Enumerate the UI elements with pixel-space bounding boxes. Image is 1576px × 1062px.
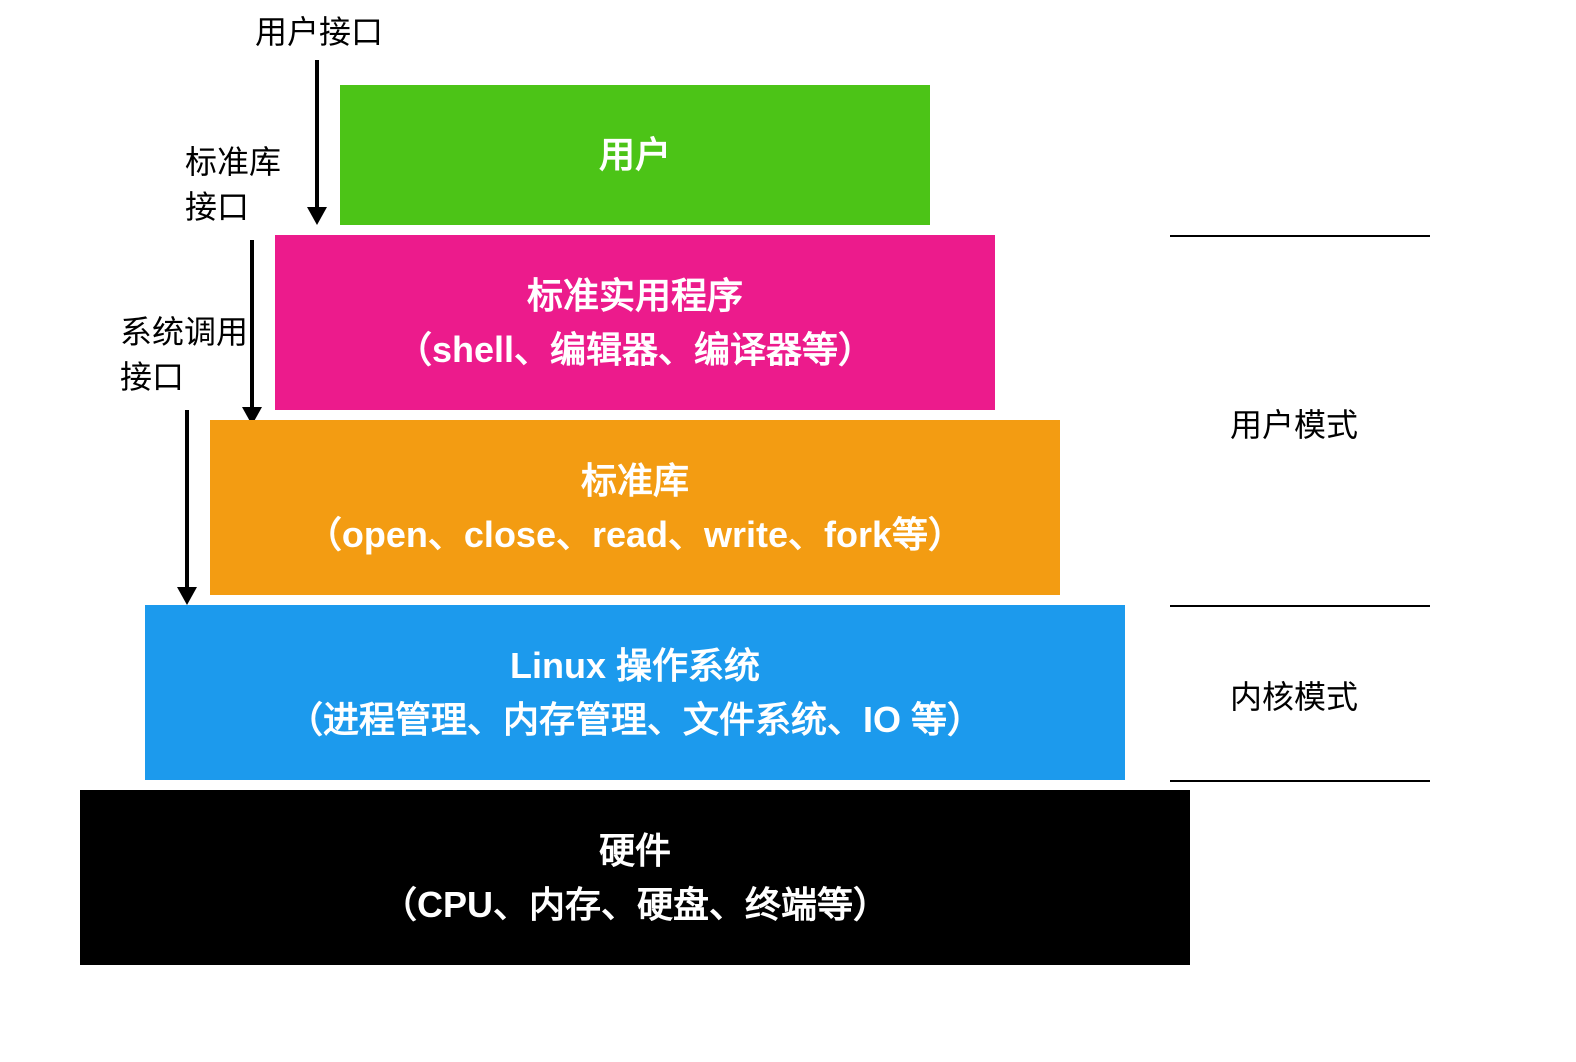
syscall-interface-label: 系统调用 接口 bbox=[120, 310, 248, 400]
layer-standard-library: 标准库 （open、close、read、write、fork等） bbox=[210, 420, 1060, 595]
linux-architecture-diagram: 用户接口 标准库 接口 系统调用 接口 用户 标准实用程序 （shell、编辑器… bbox=[80, 10, 1480, 1050]
bracket-top-user-mode bbox=[1170, 235, 1430, 237]
user-interface-label: 用户接口 bbox=[255, 10, 383, 55]
lib-interface-label: 标准库 接口 bbox=[185, 140, 281, 230]
bracket-mid-divider bbox=[1170, 605, 1430, 607]
bracket-bottom-kernel-mode bbox=[1170, 780, 1430, 782]
layer-user: 用户 bbox=[340, 85, 930, 225]
kernel-mode-label: 内核模式 bbox=[1230, 672, 1358, 718]
layer-hardware: 硬件 （CPU、内存、硬盘、终端等） bbox=[80, 790, 1190, 965]
layer-linux-os: Linux 操作系统 （进程管理、内存管理、文件系统、IO 等） bbox=[145, 605, 1125, 780]
user-mode-label: 用户模式 bbox=[1230, 400, 1358, 446]
layer-utilities: 标准实用程序 （shell、编辑器、编译器等） bbox=[275, 235, 995, 410]
